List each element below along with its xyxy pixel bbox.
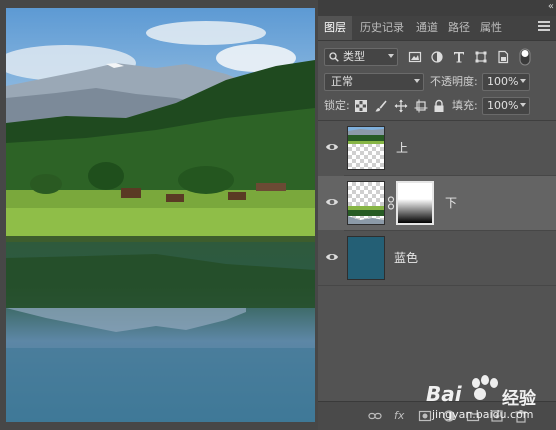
- eye-icon[interactable]: [325, 250, 339, 264]
- fill-label: 填充:: [452, 99, 478, 112]
- tab-properties[interactable]: 属性: [474, 16, 508, 40]
- panel-menu-icon[interactable]: [538, 21, 550, 33]
- layer-thumbnail[interactable]: [347, 181, 385, 225]
- layer-row-blue[interactable]: 蓝色: [318, 231, 556, 285]
- lock-position-icon[interactable]: [394, 99, 408, 113]
- layer-name[interactable]: 蓝色: [394, 249, 418, 266]
- fill-input[interactable]: 100%: [482, 97, 530, 115]
- layer-divider: [318, 285, 556, 286]
- lock-transparent-pixels-icon[interactable]: [354, 99, 368, 113]
- layer-name[interactable]: 上: [396, 139, 408, 156]
- eye-icon[interactable]: [325, 140, 339, 154]
- baidu-jingyan-watermark: Bai 经验 jingyan.baidu.com: [418, 370, 554, 426]
- opacity-value: 100%: [487, 75, 519, 88]
- filter-kind-label: 类型: [343, 50, 365, 63]
- adjustment-filter-icon[interactable]: [430, 50, 444, 64]
- lock-row: 锁定: 填充: 100%: [318, 97, 556, 117]
- layers-panel: « 图层 历史记录 通道 路径 属性 类型 正常 不透明度: 100% 锁定: …: [318, 0, 556, 430]
- landscape-image: [6, 8, 315, 422]
- watermark-url: jingyan.baidu.com: [432, 408, 534, 421]
- smart-object-filter-icon[interactable]: [496, 50, 510, 64]
- chevron-down-icon: [414, 79, 420, 83]
- blend-mode-value: 正常: [331, 75, 353, 88]
- layer-row-bottom[interactable]: 下: [318, 176, 556, 230]
- landscape-thumbnail-image: [348, 127, 384, 144]
- filter-toggle-icon[interactable]: [519, 48, 531, 66]
- layer-mask-thumbnail[interactable]: [396, 181, 434, 225]
- blend-row: 正常 不透明度: 100%: [318, 73, 556, 93]
- mask-link-icon[interactable]: [387, 196, 395, 210]
- lock-all-icon[interactable]: [432, 99, 446, 113]
- document-canvas[interactable]: [6, 8, 315, 422]
- tab-layers[interactable]: 图层: [318, 16, 352, 40]
- chevron-down-icon: [520, 103, 526, 107]
- eye-icon[interactable]: [325, 195, 339, 209]
- tab-channels[interactable]: 通道: [410, 16, 444, 40]
- search-icon: [329, 52, 339, 62]
- watermark-brand: Bai: [426, 382, 462, 406]
- lock-image-pixels-icon[interactable]: [374, 99, 388, 113]
- tab-paths[interactable]: 路径: [442, 16, 476, 40]
- reflection-thumbnail-image: [348, 206, 384, 224]
- watermark-brand-cn: 经验: [502, 389, 536, 409]
- panel-collapse-strip: «: [318, 0, 556, 16]
- link-layers-icon[interactable]: [368, 409, 382, 423]
- shape-filter-icon[interactable]: [474, 50, 488, 64]
- chevron-down-icon: [520, 79, 526, 83]
- opacity-label: 不透明度:: [430, 75, 478, 88]
- chevron-down-icon: [388, 54, 394, 58]
- fill-value: 100%: [487, 99, 519, 112]
- panel-tabs: 图层 历史记录 通道 路径 属性: [318, 16, 556, 41]
- type-filter-icon[interactable]: [452, 50, 466, 64]
- layer-name[interactable]: 下: [445, 194, 457, 211]
- collapse-panel-icon[interactable]: «: [548, 1, 554, 12]
- fx-icon[interactable]: fx: [394, 409, 404, 423]
- image-filter-icon[interactable]: [408, 50, 422, 64]
- layer-thumbnail[interactable]: [347, 236, 385, 280]
- filter-row: 类型: [318, 48, 556, 70]
- artboard-lock-icon[interactable]: [414, 99, 428, 113]
- tab-history[interactable]: 历史记录: [354, 16, 410, 40]
- layer-thumbnail[interactable]: [347, 126, 385, 170]
- layer-row-top[interactable]: 上: [318, 121, 556, 175]
- lock-label: 锁定:: [324, 99, 350, 112]
- filter-kind-select[interactable]: 类型: [324, 48, 398, 66]
- opacity-input[interactable]: 100%: [482, 73, 530, 91]
- blend-mode-select[interactable]: 正常: [324, 73, 424, 91]
